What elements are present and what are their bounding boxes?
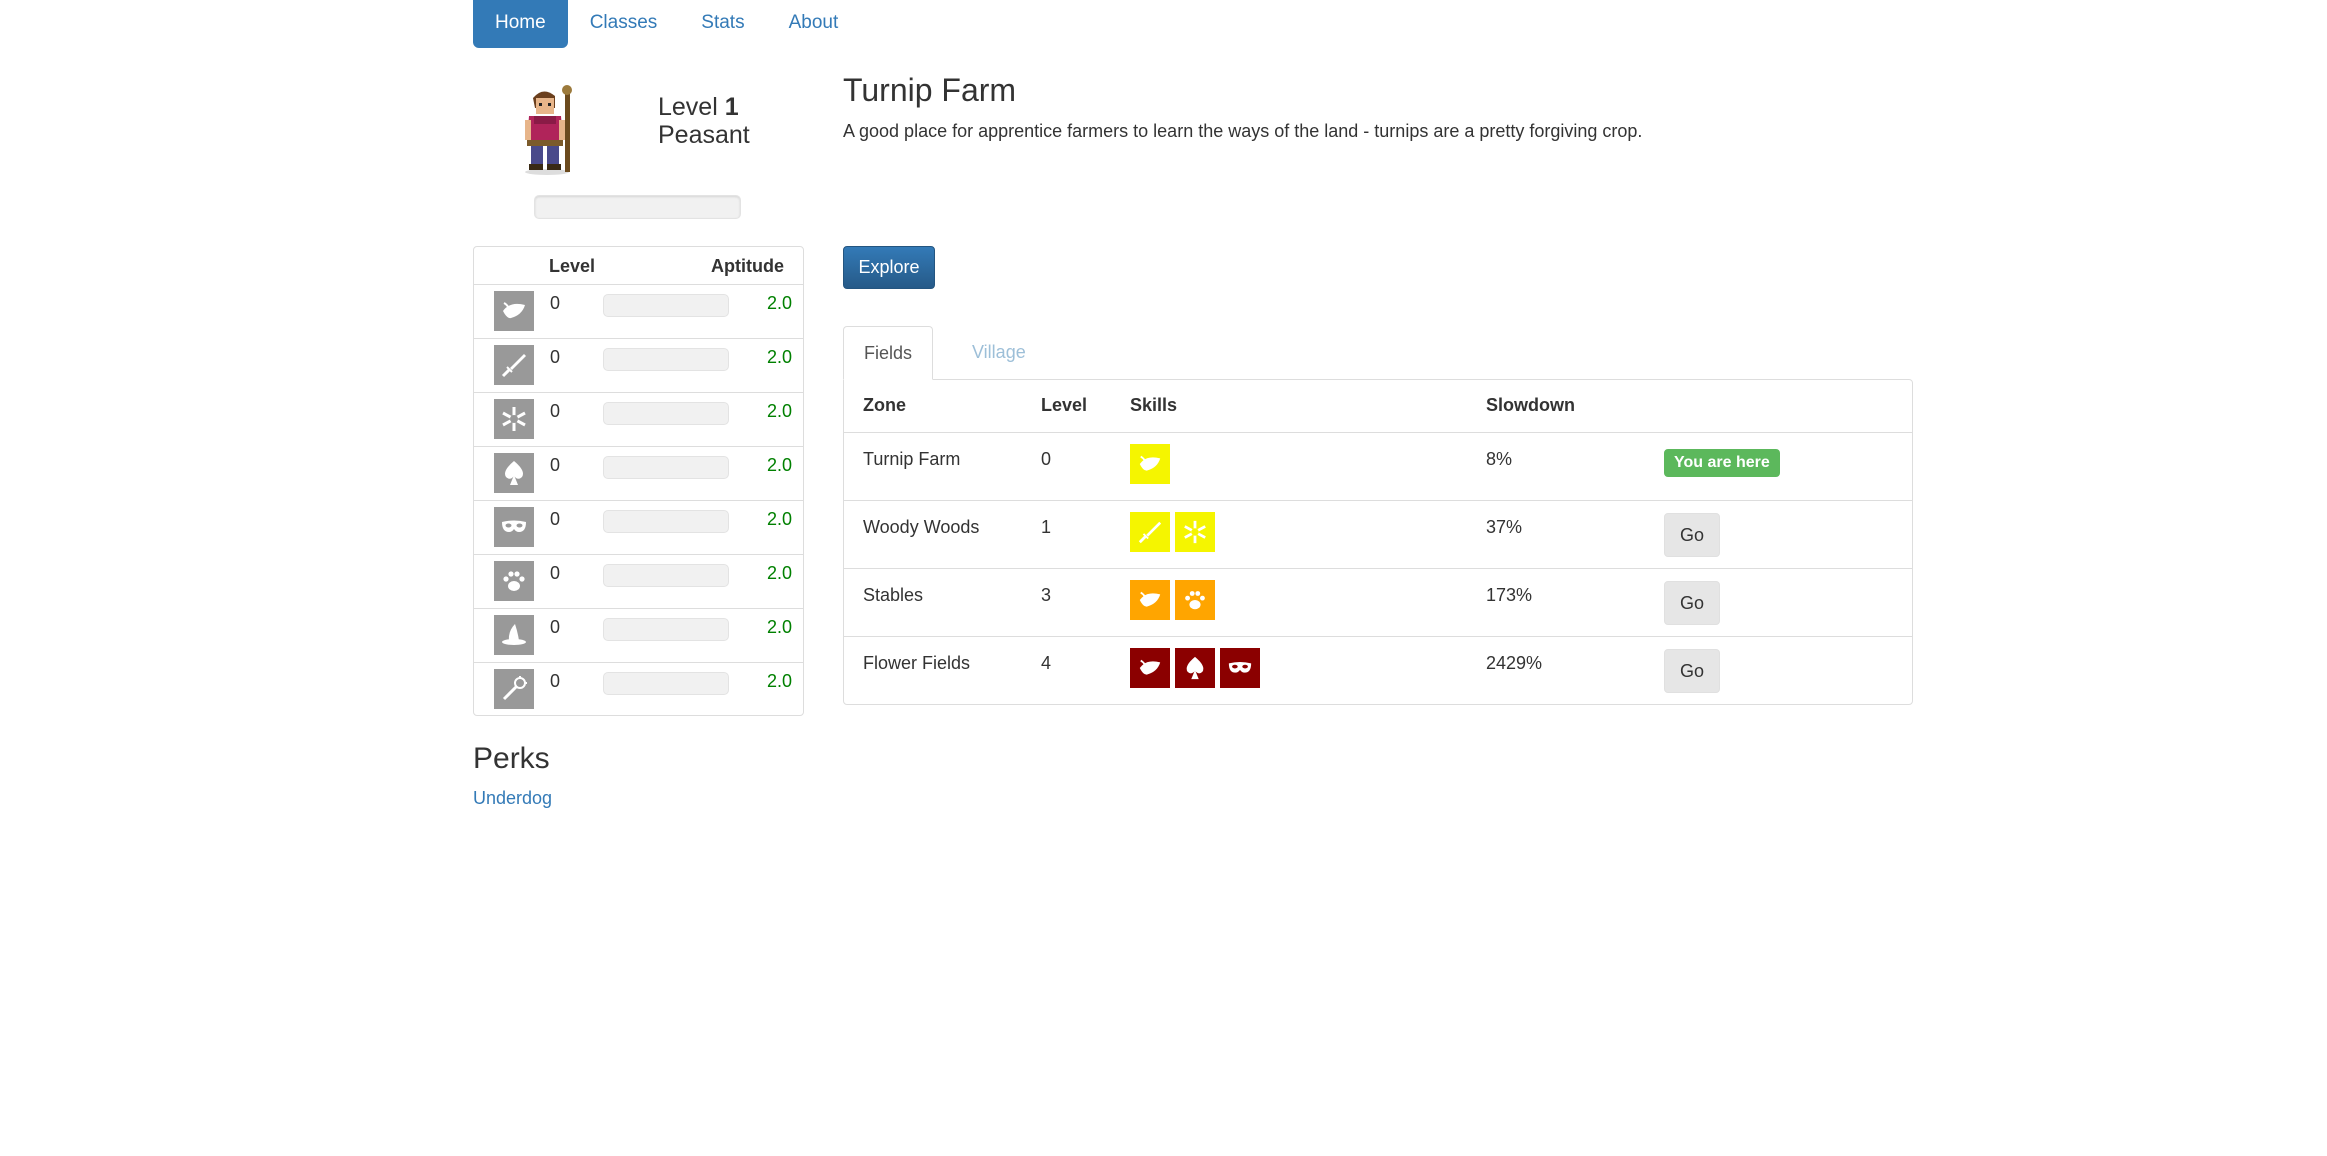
leaf-icon bbox=[1130, 580, 1170, 620]
skill-aptitude: 2.0 bbox=[766, 509, 792, 529]
skill-level: 0 bbox=[550, 347, 561, 367]
paw-icon bbox=[494, 561, 534, 601]
zone-description: A good place for apprentice farmers to l… bbox=[843, 121, 1643, 141]
nav-classes[interactable]: Classes bbox=[568, 0, 680, 48]
skill-progress-bar bbox=[603, 294, 729, 317]
nav-about[interactable]: About bbox=[767, 0, 861, 48]
skill-aptitude: 2.0 bbox=[766, 563, 792, 583]
zone-name: Woody Woods bbox=[863, 517, 980, 537]
nav-home[interactable]: Home bbox=[473, 0, 568, 48]
explore-button[interactable]: Explore bbox=[843, 246, 935, 289]
skill-level: 0 bbox=[550, 509, 561, 529]
skill-progress-bar bbox=[603, 456, 729, 479]
main-nav: Home Classes Stats About bbox=[473, 0, 860, 48]
skill-level: 0 bbox=[550, 563, 561, 583]
col-level: Level bbox=[1041, 395, 1088, 415]
zone-level: 1 bbox=[1041, 517, 1052, 537]
go-button[interactable]: Go bbox=[1664, 649, 1720, 693]
tab-fields[interactable]: Fields bbox=[843, 326, 934, 380]
skill-progress-bar bbox=[603, 402, 729, 425]
skill-progress-bar bbox=[603, 564, 729, 587]
zone-slowdown: 173% bbox=[1486, 585, 1533, 605]
skill-row: 0 2.0 bbox=[474, 338, 803, 393]
zone-slowdown: 37% bbox=[1486, 517, 1523, 537]
skill-aptitude: 2.0 bbox=[766, 293, 792, 313]
skills-col-aptitude: Aptitude bbox=[711, 256, 784, 276]
skill-level: 0 bbox=[550, 617, 561, 637]
skills-panel: Level Aptitude 0 2.0 0 2.0 0 2.0 0 2.0 0… bbox=[473, 246, 804, 716]
skill-row: 0 2.0 bbox=[474, 284, 803, 339]
col-zone: Zone bbox=[863, 395, 906, 415]
skill-progress-bar bbox=[603, 348, 729, 371]
skill-aptitude: 2.0 bbox=[766, 617, 792, 637]
star-burst-icon bbox=[1175, 512, 1215, 552]
class-name: Peasant bbox=[658, 121, 750, 149]
zone-name: Stables bbox=[863, 585, 924, 605]
mask-icon bbox=[1220, 648, 1260, 688]
skill-row: 0 2.0 bbox=[474, 662, 803, 717]
zone-title: Turnip Farm bbox=[843, 72, 1017, 108]
nav-stats[interactable]: Stats bbox=[679, 0, 766, 48]
current-zone-badge: You are here bbox=[1664, 449, 1780, 477]
level-value: 1 bbox=[724, 93, 739, 121]
leaf-icon bbox=[1130, 444, 1170, 484]
skill-aptitude: 2.0 bbox=[766, 347, 792, 367]
star-burst-icon bbox=[494, 399, 534, 439]
paw-icon bbox=[1175, 580, 1215, 620]
zone-level: 4 bbox=[1041, 653, 1052, 673]
leaf-icon bbox=[1130, 648, 1170, 688]
level-label: Level bbox=[658, 93, 718, 121]
xp-progress-bar bbox=[534, 195, 741, 219]
spade-icon bbox=[494, 453, 534, 493]
skill-level: 0 bbox=[550, 671, 561, 691]
skill-level: 0 bbox=[550, 293, 561, 313]
skills-header: Level Aptitude bbox=[474, 247, 803, 285]
sword-icon bbox=[494, 345, 534, 385]
col-slowdown: Slowdown bbox=[1486, 395, 1575, 415]
tab-village[interactable]: Village bbox=[952, 326, 1046, 380]
zone-level: 3 bbox=[1041, 585, 1052, 605]
go-button[interactable]: Go bbox=[1664, 581, 1720, 625]
leaf-icon bbox=[494, 291, 534, 331]
skill-row: 0 2.0 bbox=[474, 392, 803, 447]
skill-aptitude: 2.0 bbox=[766, 455, 792, 475]
skill-progress-bar bbox=[603, 672, 729, 695]
character-level: Level 1 Peasant bbox=[658, 93, 750, 149]
skill-aptitude: 2.0 bbox=[766, 401, 792, 421]
skill-row: 0 2.0 bbox=[474, 446, 803, 501]
skill-level: 0 bbox=[550, 401, 561, 421]
perks-title: Perks bbox=[473, 742, 550, 775]
zone-slowdown: 8% bbox=[1486, 449, 1513, 469]
wand-icon bbox=[494, 669, 534, 709]
skills-col-level: Level bbox=[549, 256, 596, 276]
skill-progress-bar bbox=[603, 510, 729, 533]
spade-icon bbox=[1175, 648, 1215, 688]
zone-name: Turnip Farm bbox=[863, 449, 961, 469]
perk-link-underdog[interactable]: Underdog bbox=[473, 788, 552, 809]
zone-name: Flower Fields bbox=[863, 653, 971, 673]
table-row: Turnip Farm 0 8% You are here bbox=[844, 432, 1912, 501]
skill-row: 0 2.0 bbox=[474, 608, 803, 663]
skill-row: 0 2.0 bbox=[474, 500, 803, 555]
skill-row: 0 2.0 bbox=[474, 554, 803, 609]
skill-aptitude: 2.0 bbox=[766, 671, 792, 691]
zone-slowdown: 2429% bbox=[1486, 653, 1543, 673]
zones-table: Zone Level Skills Slowdown Turnip Farm 0… bbox=[843, 379, 1913, 705]
table-row: Flower Fields 4 2429% Go bbox=[844, 636, 1912, 705]
skill-progress-bar bbox=[603, 618, 729, 641]
zones-table-header: Zone Level Skills Slowdown bbox=[844, 380, 1912, 433]
character-avatar bbox=[515, 84, 579, 176]
skill-level: 0 bbox=[550, 455, 561, 475]
table-row: Stables 3 173% Go bbox=[844, 568, 1912, 637]
mask-icon bbox=[494, 507, 534, 547]
wizard-hat-icon bbox=[494, 615, 534, 655]
table-row: Woody Woods 1 37% Go bbox=[844, 500, 1912, 569]
col-skills: Skills bbox=[1130, 395, 1178, 415]
go-button[interactable]: Go bbox=[1664, 513, 1720, 557]
sword-icon bbox=[1130, 512, 1170, 552]
zone-level: 0 bbox=[1041, 449, 1052, 469]
